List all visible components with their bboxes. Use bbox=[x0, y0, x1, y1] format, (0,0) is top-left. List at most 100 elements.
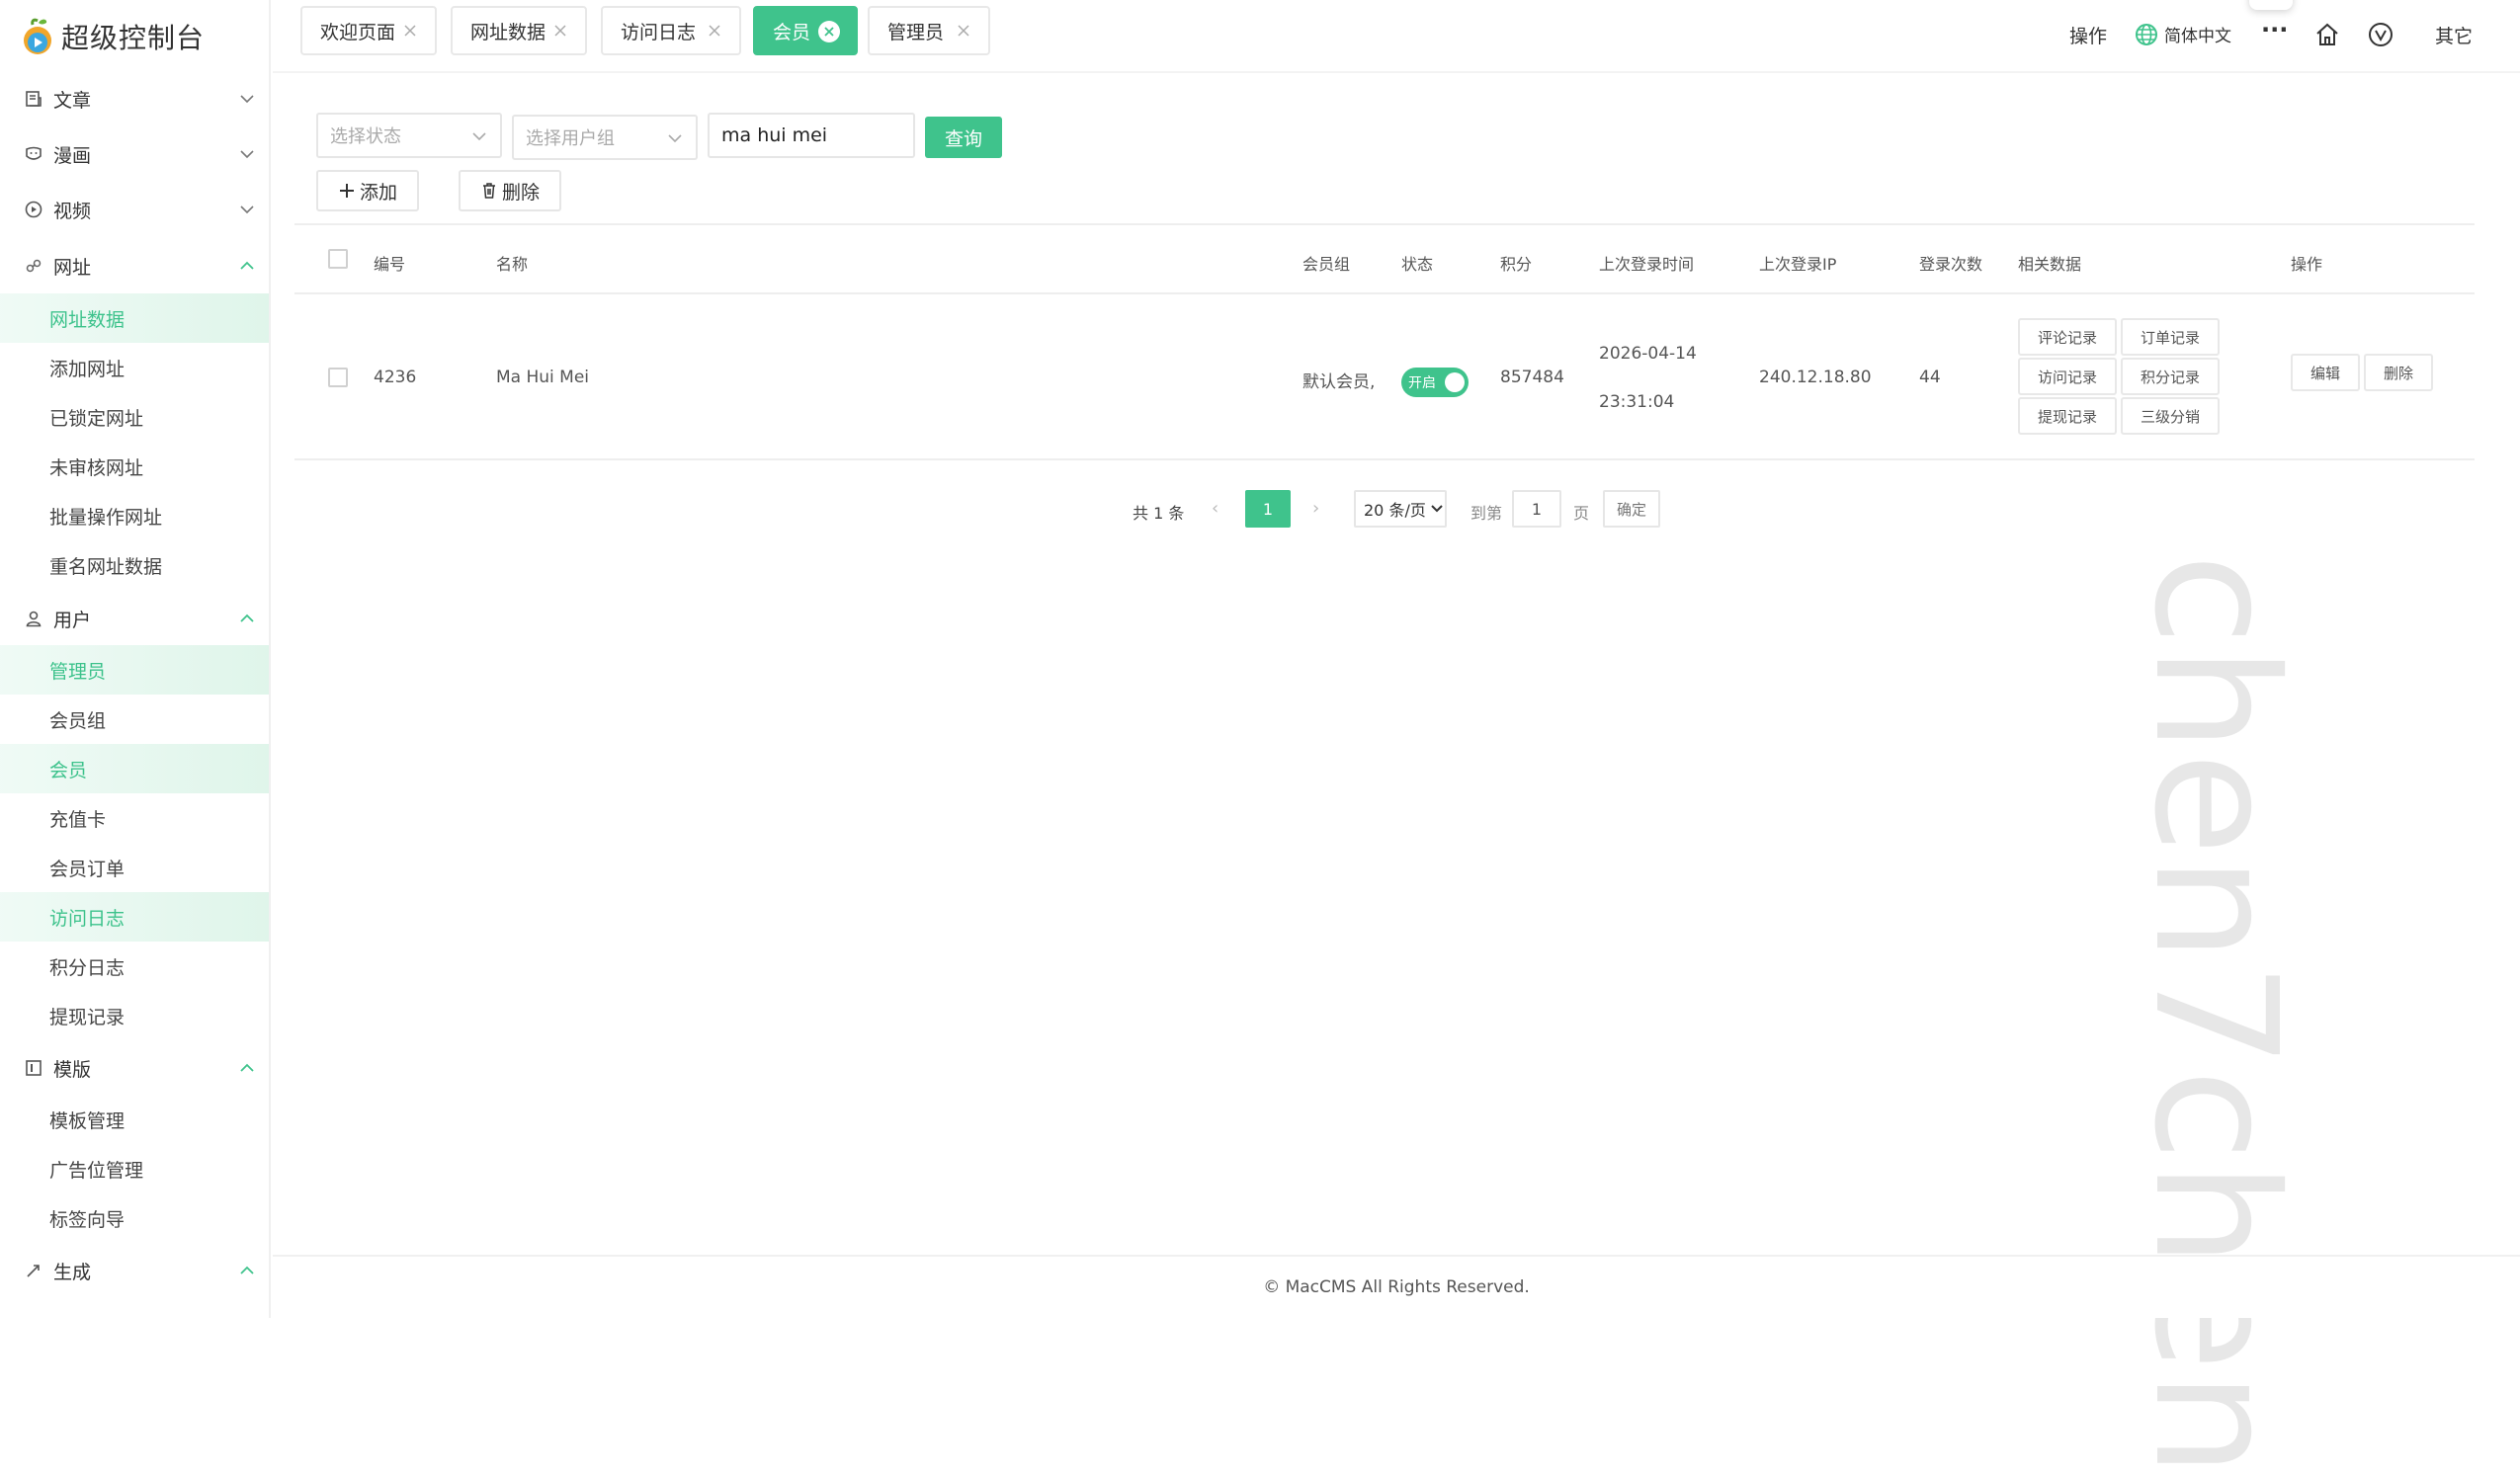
sidebar-group-label: 用户 bbox=[53, 609, 92, 631]
tab-member[interactable]: 会员 bbox=[753, 6, 858, 55]
page-size-select[interactable]: 20 条/页 bbox=[1354, 490, 1447, 528]
group-select-placeholder: 选择用户组 bbox=[526, 128, 615, 149]
close-icon[interactable] bbox=[706, 22, 723, 40]
sidebar-group-template[interactable]: 模版 bbox=[0, 1042, 269, 1094]
sidebar-item-points-log[interactable]: 积分日志 bbox=[0, 942, 269, 991]
sidebar-group-url[interactable]: 网址 bbox=[0, 240, 269, 291]
sidebar-item-ad-slot[interactable]: 广告位管理 bbox=[0, 1144, 269, 1193]
app-title: 超级控制台 bbox=[61, 22, 206, 54]
col-id: 编号 bbox=[374, 255, 406, 274]
other-menu[interactable]: 其它 bbox=[2435, 22, 2473, 48]
chevron-down-icon bbox=[472, 132, 486, 141]
member-name: Ma Hui Mei bbox=[496, 368, 590, 387]
drag-handle[interactable] bbox=[2249, 0, 2293, 10]
row-checkbox[interactable] bbox=[328, 368, 348, 387]
col-group: 会员组 bbox=[1302, 255, 1351, 274]
table-row: 4236 Ma Hui Mei 默认会员, 开启 857484 2026-04-… bbox=[294, 294, 2475, 460]
tab-welcome[interactable]: 欢迎页面 bbox=[300, 6, 437, 55]
col-last-login-ip: 上次登录IP bbox=[1759, 255, 1837, 274]
select-all-checkbox[interactable] bbox=[328, 249, 348, 269]
login-count: 44 bbox=[1919, 368, 1941, 387]
visit-records-button[interactable]: 访问记录 bbox=[2018, 358, 2117, 395]
copyright-text: © MacCMS All Rights Reserved. bbox=[1263, 1277, 1530, 1297]
status-toggle-label: 开启 bbox=[1408, 375, 1436, 391]
app-logo[interactable]: 超级控制台 bbox=[18, 14, 205, 59]
last-login-date: 2026-04-14 bbox=[1599, 344, 1697, 364]
sidebar-item-visit-log[interactable]: 访问日志 bbox=[0, 892, 269, 942]
goto-confirm-button[interactable]: 确定 bbox=[1603, 490, 1660, 528]
sidebar-item-unreviewed-url[interactable]: 未审核网址 bbox=[0, 442, 269, 491]
sidebar-item-admin[interactable]: 管理员 bbox=[0, 645, 269, 695]
sidebar-group-label: 生成 bbox=[53, 1261, 92, 1283]
edit-button[interactable]: 编辑 bbox=[2291, 354, 2360, 391]
sidebar-group-comic[interactable]: 漫画 bbox=[0, 128, 269, 180]
chevron-down-icon bbox=[240, 205, 254, 214]
close-icon[interactable] bbox=[401, 22, 419, 40]
sidebar-item-template-manage[interactable]: 模板管理 bbox=[0, 1095, 269, 1144]
sidebar-item-url-data[interactable]: 网址数据 bbox=[0, 293, 269, 343]
sidebar-group-label: 模版 bbox=[53, 1058, 92, 1081]
home-icon[interactable] bbox=[2314, 22, 2340, 47]
sidebar-item-tag-wizard[interactable]: 标签向导 bbox=[0, 1193, 269, 1243]
order-records-button[interactable]: 订单记录 bbox=[2121, 318, 2220, 356]
language-switch[interactable]: 简体中文 bbox=[2135, 22, 2231, 46]
sidebar: 超级控制台 文章 漫画 视频 网址 网址数据 添加网址 已锁定网址 未审核网址 … bbox=[0, 0, 271, 1318]
goto-page-input[interactable]: 1 bbox=[1512, 490, 1561, 528]
language-label: 简体中文 bbox=[2164, 27, 2231, 46]
sidebar-item-member-group[interactable]: 会员组 bbox=[0, 695, 269, 744]
sidebar-group-video[interactable]: 视频 bbox=[0, 184, 269, 235]
tab-admin[interactable]: 管理员 bbox=[868, 6, 990, 55]
more-icon[interactable]: ··· bbox=[2261, 16, 2288, 43]
member-id: 4236 bbox=[374, 368, 417, 387]
sidebar-group-user[interactable]: 用户 bbox=[0, 593, 269, 644]
operate-menu[interactable]: 操作 bbox=[2069, 22, 2107, 48]
sidebar-item-add-url[interactable]: 添加网址 bbox=[0, 343, 269, 392]
footer: © MacCMS All Rights Reserved. bbox=[273, 1255, 2520, 1318]
close-icon[interactable] bbox=[818, 21, 840, 42]
tab-label: 访问日志 bbox=[621, 21, 697, 43]
search-input[interactable]: ma hui mei bbox=[708, 113, 915, 158]
version-icon[interactable] bbox=[2368, 22, 2394, 47]
pagination-total: 共 1 条 bbox=[1133, 504, 1185, 523]
group-select[interactable]: 选择用户组 bbox=[512, 115, 698, 160]
sidebar-item-duplicate-url[interactable]: 重名网址数据 bbox=[0, 540, 269, 590]
delete-button[interactable]: 删除 bbox=[459, 170, 561, 211]
distribution-button[interactable]: 三级分销 bbox=[2121, 397, 2220, 435]
query-button[interactable]: 查询 bbox=[925, 117, 1002, 158]
sidebar-item-locked-url[interactable]: 已锁定网址 bbox=[0, 392, 269, 442]
comment-records-button[interactable]: 评论记录 bbox=[2018, 318, 2117, 356]
member-group: 默认会员, bbox=[1302, 372, 1376, 392]
status-select-placeholder: 选择状态 bbox=[330, 126, 401, 147]
chevron-up-icon bbox=[240, 261, 254, 270]
sidebar-item-member-order[interactable]: 会员订单 bbox=[0, 843, 269, 892]
page-1-button[interactable]: 1 bbox=[1245, 490, 1291, 528]
points-records-button[interactable]: 积分记录 bbox=[2121, 358, 2220, 395]
sidebar-item-batch-url[interactable]: 批量操作网址 bbox=[0, 491, 269, 540]
close-icon[interactable] bbox=[551, 22, 569, 40]
chevron-down-icon bbox=[240, 95, 254, 104]
sidebar-group-article[interactable]: 文章 bbox=[0, 73, 269, 124]
prev-page-button[interactable]: ‹ bbox=[1212, 498, 1218, 519]
sidebar-item-recharge-card[interactable]: 充值卡 bbox=[0, 793, 269, 843]
last-login-clock: 23:31:04 bbox=[1599, 392, 1675, 412]
sidebar-group-generate[interactable]: 生成 bbox=[0, 1245, 269, 1296]
plus-icon bbox=[339, 184, 354, 198]
status-toggle[interactable]: 开启 bbox=[1401, 368, 1469, 397]
withdraw-records-button[interactable]: 提现记录 bbox=[2018, 397, 2117, 435]
tab-url-data[interactable]: 网址数据 bbox=[451, 6, 587, 55]
col-login-count: 登录次数 bbox=[1919, 255, 1983, 274]
col-ops: 操作 bbox=[2291, 255, 2323, 274]
close-icon[interactable] bbox=[955, 22, 972, 40]
col-points: 积分 bbox=[1500, 255, 1533, 274]
row-delete-button[interactable]: 删除 bbox=[2364, 354, 2433, 391]
chevron-down-icon bbox=[1431, 505, 1443, 513]
sidebar-item-member[interactable]: 会员 bbox=[0, 744, 269, 793]
status-select[interactable]: 选择状态 bbox=[316, 113, 502, 158]
add-button[interactable]: 添加 bbox=[316, 170, 419, 211]
col-name: 名称 bbox=[496, 255, 529, 274]
sidebar-item-withdraw-log[interactable]: 提现记录 bbox=[0, 991, 269, 1040]
goto-label: 到第 bbox=[1470, 504, 1503, 523]
next-page-button[interactable]: › bbox=[1312, 498, 1319, 519]
tab-label: 网址数据 bbox=[470, 21, 546, 43]
tab-visit-log[interactable]: 访问日志 bbox=[601, 6, 741, 55]
